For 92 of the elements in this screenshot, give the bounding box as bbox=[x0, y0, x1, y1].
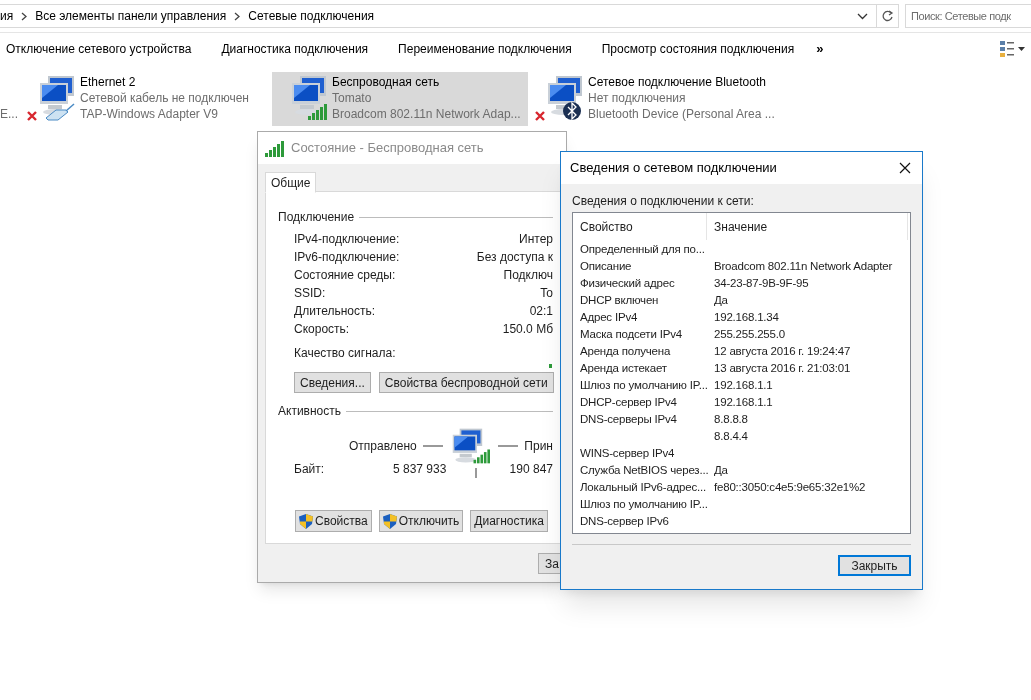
table-cell: Да bbox=[714, 463, 728, 476]
table-cell: 8.8.4.4 bbox=[714, 429, 748, 442]
table-cell: WINS-сервер IPv4 bbox=[580, 446, 675, 459]
window-title: Состояние - Беспроводная сеть bbox=[291, 139, 484, 158]
dropdown-icon bbox=[857, 12, 868, 20]
table-cell: DNS-серверы IPv4 bbox=[580, 412, 677, 425]
field-label: Качество сигнала: bbox=[294, 345, 396, 362]
field-value: Подключ bbox=[503, 267, 553, 284]
adapter-label: Broadcom 802.11n Network Adap... bbox=[332, 106, 521, 122]
table-cell: Аренда получена bbox=[580, 344, 671, 357]
table-cell: Физический адрес bbox=[580, 276, 675, 289]
toolbar-button[interactable]: Диагностика подключения bbox=[221, 40, 369, 58]
connection-item[interactable]: Беспроводная сеть Tomato Broadcom 802.11n Network Adap... bbox=[272, 72, 528, 126]
signal-icon bbox=[265, 139, 285, 157]
table-cell: DHCP-сервер IPv4 bbox=[580, 395, 677, 408]
bytes-value: 190 847 bbox=[509, 461, 553, 478]
caret-icon bbox=[1018, 47, 1025, 51]
field-value: Без доступа к bbox=[476, 249, 553, 266]
table-cell: 34-23-87-9B-9F-95 bbox=[714, 276, 809, 289]
field-label: Длительность: bbox=[294, 303, 376, 320]
connection-name: Ethernet 2 bbox=[80, 74, 137, 90]
close-icon bbox=[899, 162, 911, 174]
connection-name: Сетевое подключение Bluetooth bbox=[588, 74, 767, 90]
adapter-label: E... bbox=[0, 106, 18, 123]
caption-label: Сведения о подключении к сети: bbox=[571, 194, 755, 208]
table-cell: Служба NetBIOS через... bbox=[580, 463, 709, 476]
field-label: Состояние среды: bbox=[294, 267, 396, 284]
table-cell: Шлюз по умолчанию IP... bbox=[580, 497, 708, 510]
breadcrumb[interactable]: Все элементы панели управления bbox=[35, 7, 227, 25]
field-label: Скорость: bbox=[294, 321, 350, 338]
bytes-value: 5 837 933 bbox=[393, 461, 447, 478]
search-field[interactable]: Поиск: Сетевые подк bbox=[905, 4, 1031, 28]
adapter-label: Bluetooth Device (Personal Area ... bbox=[588, 106, 775, 122]
connection-name: Беспроводная сеть bbox=[332, 74, 441, 90]
dialog-button[interactable]: Свойства беспроводной сети bbox=[378, 372, 554, 393]
window-title: Сведения о сетевом подключении bbox=[570, 159, 777, 178]
activity-label: Прин bbox=[524, 438, 553, 455]
table-cell: Определенный для по... bbox=[580, 242, 705, 255]
table-cell: 8.8.8.8 bbox=[714, 412, 748, 425]
group-label: Подключение bbox=[278, 209, 355, 226]
table-cell: 13 августа 2016 г. 21:03:01 bbox=[714, 361, 851, 374]
table-cell: 192.168.1.1 bbox=[714, 378, 773, 391]
refresh-button[interactable] bbox=[877, 4, 899, 28]
table-cell: Шлюз по умолчанию IP... bbox=[580, 378, 708, 391]
dialog-button[interactable]: Диагностика bbox=[470, 510, 548, 532]
close-button[interactable] bbox=[898, 161, 912, 175]
dialog-button[interactable]: Отключить bbox=[378, 510, 464, 532]
more-button[interactable]: » bbox=[816, 39, 824, 59]
connection-status: Tomato bbox=[332, 90, 373, 106]
field-label: SSID: bbox=[294, 285, 326, 302]
table-cell: Адрес IPv4 bbox=[580, 310, 638, 323]
chevron-icon bbox=[234, 11, 241, 21]
field-value: Интер bbox=[519, 231, 553, 248]
activity-label: Отправлено bbox=[349, 438, 417, 455]
connection-status: Сетевой кабель не подключен bbox=[80, 90, 249, 106]
table-cell: 192.168.1.1 bbox=[714, 395, 773, 408]
close-button[interactable]: Закрыть bbox=[838, 555, 911, 576]
table-cell: Broadcom 802.11n Network Adapter bbox=[714, 259, 893, 272]
field-label: Байт: bbox=[294, 461, 326, 478]
table-cell: 192.168.1.34 bbox=[714, 310, 779, 323]
dialog-button[interactable]: Свойства bbox=[295, 510, 372, 532]
breadcrumb[interactable]: Сетевые подключения bbox=[248, 7, 375, 25]
table-cell: Описание bbox=[580, 259, 632, 272]
group-label: Активность bbox=[278, 403, 341, 420]
breadcrumb[interactable]: ия bbox=[0, 7, 14, 25]
table-cell: 12 августа 2016 г. 19:24:47 bbox=[714, 344, 851, 357]
field-value: To bbox=[540, 285, 553, 302]
table-cell: DNS-сервер IPv6 bbox=[580, 514, 669, 527]
table-cell: fe80::3050:c4e5:9e65:32e1%2 bbox=[714, 480, 866, 493]
refresh-icon bbox=[880, 9, 895, 23]
table-cell: Локальный IPv6-адрес... bbox=[580, 480, 707, 493]
table-cell: DHCP включен bbox=[580, 293, 659, 306]
view-icon bbox=[1000, 41, 1014, 57]
table-cell: Аренда истекает bbox=[580, 361, 667, 374]
toolbar-button[interactable]: Переименование подключения bbox=[398, 40, 572, 58]
field-label: IPv6-подключение: bbox=[294, 249, 400, 266]
table-cell: Да bbox=[714, 293, 728, 306]
table-cell: Маска подсети IPv4 bbox=[580, 327, 682, 340]
field-label: IPv4-подключение: bbox=[294, 231, 400, 248]
view-button[interactable] bbox=[1000, 41, 1025, 57]
column-header[interactable]: Значение bbox=[707, 213, 908, 240]
column-header[interactable]: Свойство bbox=[573, 213, 707, 240]
toolbar-button[interactable]: Просмотр состояния подключения bbox=[601, 40, 795, 58]
table-cell: 255.255.255.0 bbox=[714, 327, 785, 340]
adapter-label: TAP-Windows Adapter V9 bbox=[80, 106, 219, 122]
field-value: 150.0 Мб bbox=[502, 321, 553, 338]
connection-status: Нет подключения bbox=[588, 90, 687, 106]
dialog-button[interactable]: Сведения... bbox=[294, 372, 371, 393]
chevron-icon bbox=[21, 11, 28, 21]
toolbar-button[interactable]: Отключение сетевого устройства bbox=[6, 40, 192, 58]
tab[interactable]: Общие bbox=[265, 172, 317, 193]
field-value: 02:1 bbox=[529, 303, 553, 320]
